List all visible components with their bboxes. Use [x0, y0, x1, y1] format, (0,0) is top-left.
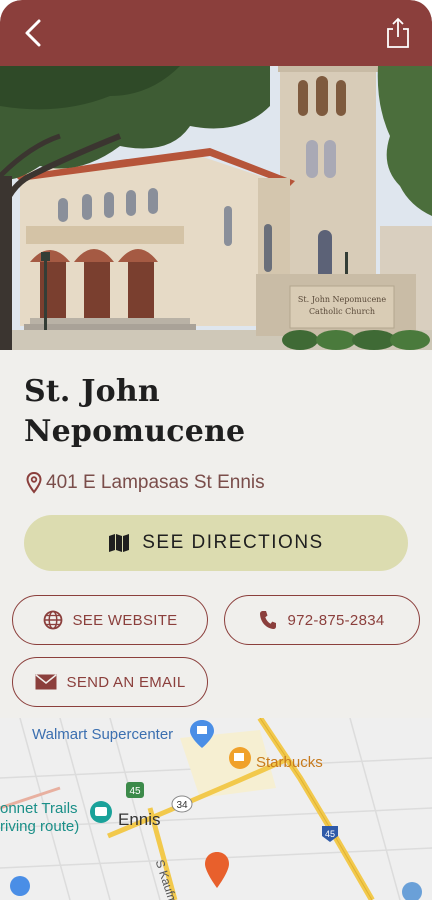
church-photo: St. John Nepomucene Catholic Church [0, 66, 432, 350]
route-34-badge: 34 [176, 800, 188, 811]
back-button[interactable] [20, 17, 48, 49]
send-email-label: SEND AN EMAIL [66, 673, 186, 691]
app-screen: St. John Nepomucene Catholic Church St. … [0, 0, 432, 900]
envelope-icon [35, 674, 57, 690]
phone-number-label: 972-875-2834 [287, 611, 385, 629]
location-map[interactable]: 45 34 45 Walmart Supercenter Starbucks o… [0, 718, 432, 900]
see-website-button[interactable]: SEE WEBSITE [12, 595, 208, 645]
map-label-starbucks: Starbucks [256, 754, 323, 771]
share-icon [387, 17, 409, 48]
map-icon [109, 534, 130, 552]
sign-text-line2: Catholic Church [309, 307, 375, 316]
see-website-label: SEE WEBSITE [72, 611, 178, 629]
phone-icon [260, 611, 277, 629]
map-label-trails-line1: onnet Trails [0, 800, 78, 817]
see-directions-button[interactable]: SEE DIRECTIONS [24, 515, 408, 571]
send-email-button[interactable]: SEND AN EMAIL [12, 657, 208, 707]
sign-text-line1: St. John Nepomucene [298, 295, 386, 304]
place-title: St. John Nepomucene [24, 372, 404, 452]
map-label-walmart: Walmart Supercenter [32, 726, 174, 743]
globe-icon [43, 610, 62, 630]
address-text: 401 E Lampasas St Ennis [46, 472, 265, 493]
top-bar [0, 0, 432, 66]
chevron-left-icon [25, 19, 41, 47]
place-title-line2: Nepomucene [24, 414, 246, 449]
place-title-line1: St. John [24, 374, 160, 409]
share-button[interactable] [384, 16, 412, 50]
interstate-45-badge: 45 [325, 829, 335, 839]
address-row[interactable]: 401 E Lampasas St Ennis [26, 472, 265, 494]
route-45-badge: 45 [129, 786, 141, 797]
see-directions-label: SEE DIRECTIONS [142, 532, 324, 553]
map-label-trails: onnet Trails riving route) [0, 800, 79, 836]
map-label-trails-line2: riving route) [0, 818, 80, 835]
map-pin-icon [26, 472, 42, 494]
map-label-city: Ennis [118, 810, 161, 829]
call-phone-button[interactable]: 972-875-2834 [224, 595, 420, 645]
